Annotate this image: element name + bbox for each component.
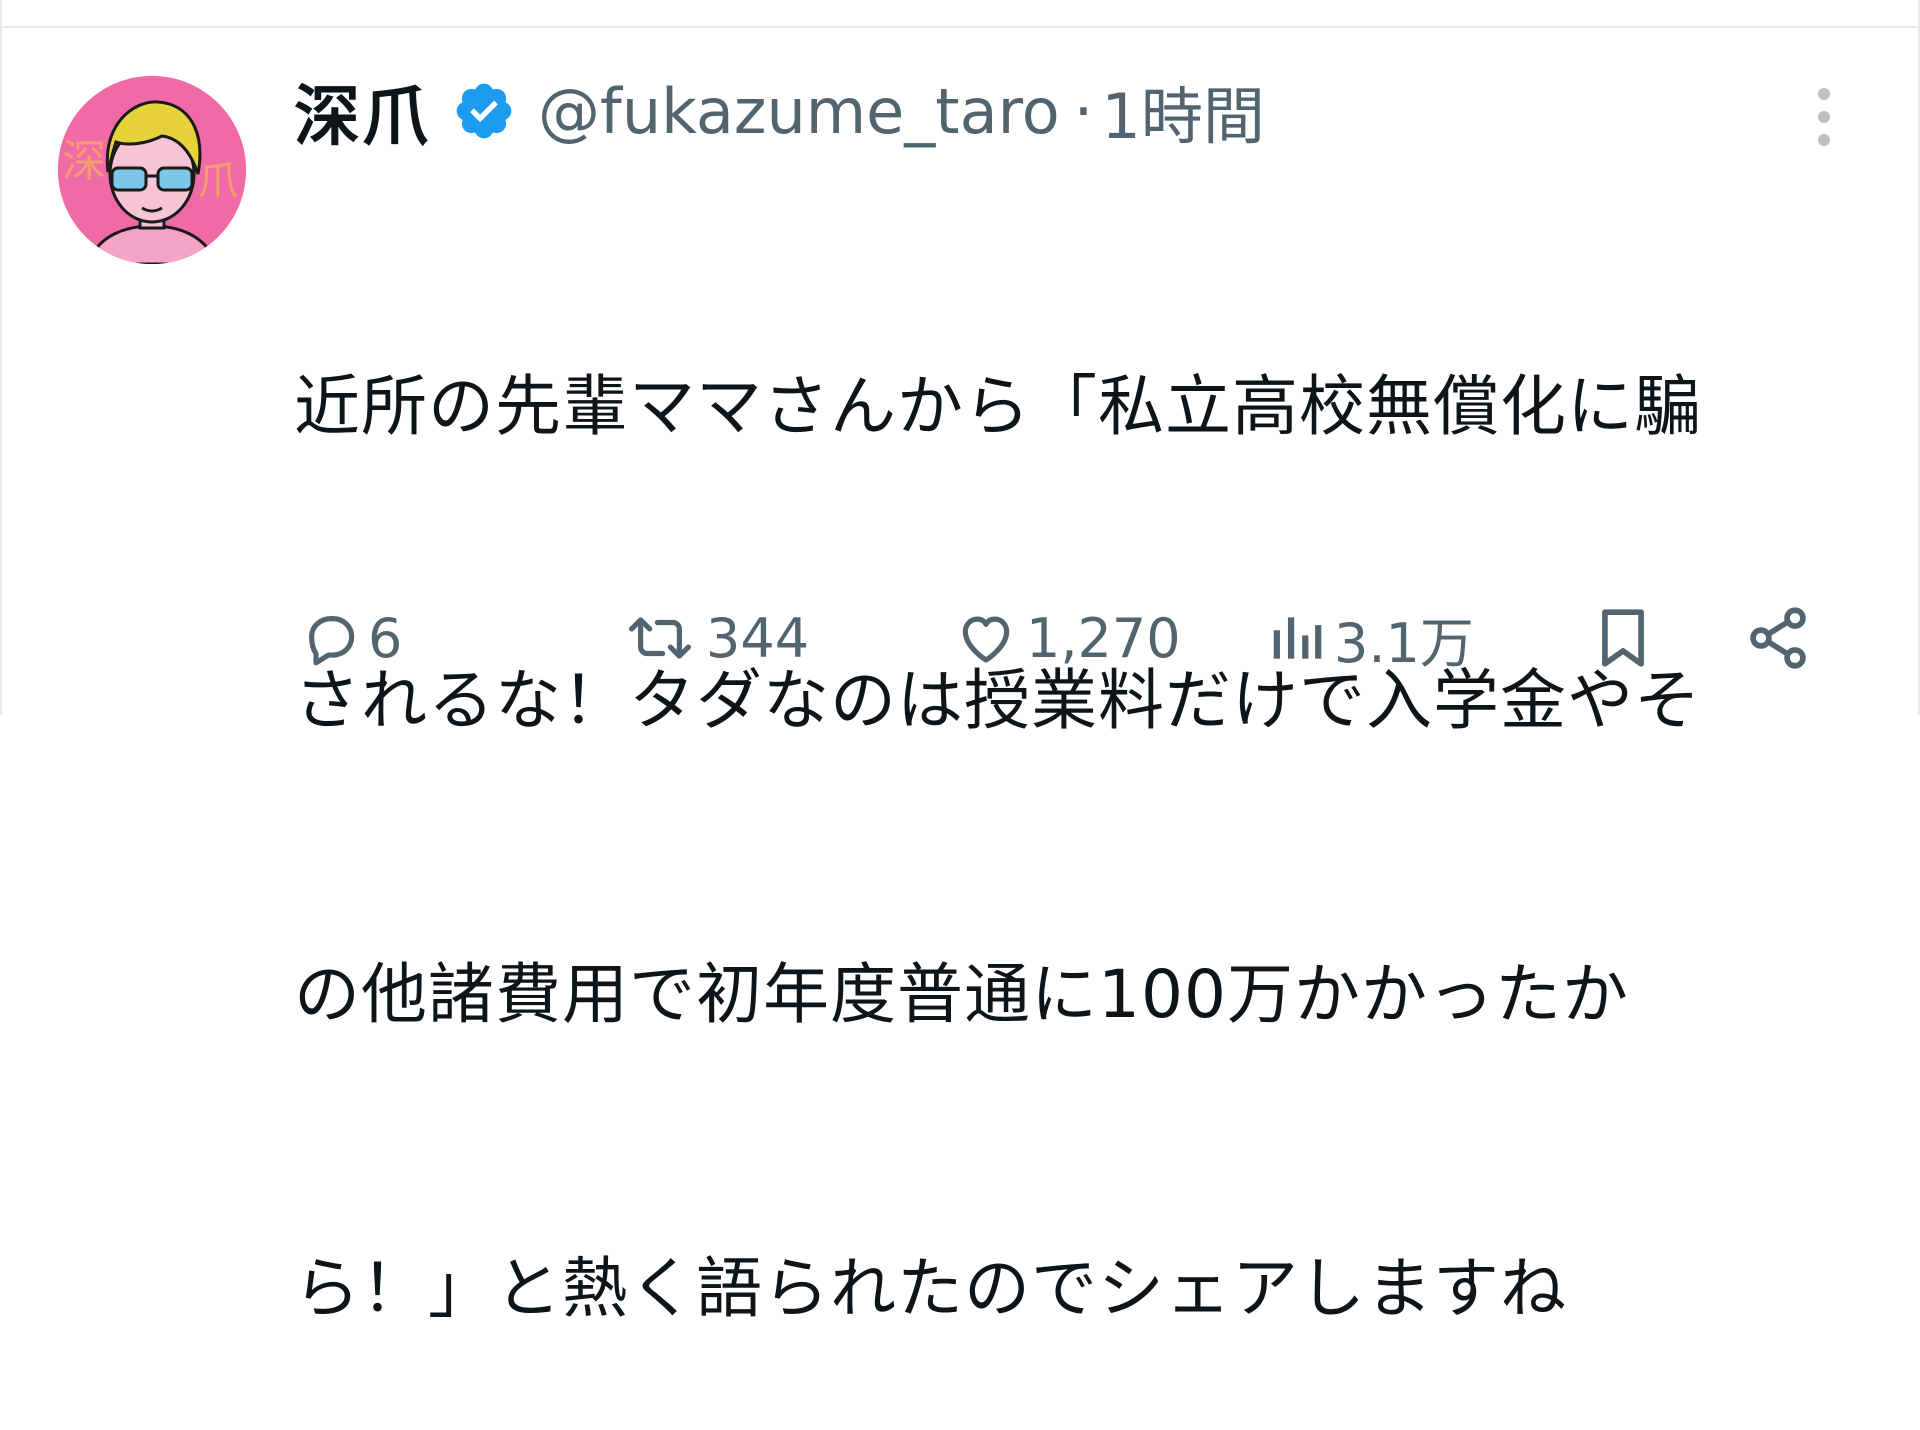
tweet-text-line: の他諸費用で初年度普通に100万かかったか [294,956,1629,1033]
user-handle[interactable]: @fukazume_taro [538,75,1060,148]
avatar-illustration-icon: 深 爪 [58,76,246,264]
more-vertical-icon[interactable] [1808,86,1840,148]
retweet-icon [629,617,691,659]
views-count: 3.1万 [1334,611,1474,675]
share-icon [1750,607,1806,669]
heart-icon [962,616,1010,663]
left-divider [0,0,2,715]
tweet-text-line: 近所の先輩ママさんから「私立高校無償化に騙 [294,368,1701,445]
tweet-text: 近所の先輩ママさんから「私立高校無償化に騙 されるな！タダなのは授業料だけで入学… [294,162,1894,1430]
reply-icon [309,616,355,666]
views-icon [1273,617,1322,659]
timestamp[interactable]: 1時間 [1101,66,1264,156]
like-count: 1,270 [1026,606,1181,670]
share-button[interactable] [1744,598,1812,678]
reply-count: 6 [368,606,403,670]
top-divider [0,0,1920,28]
views-button[interactable]: 3.1万 [1266,598,1474,678]
like-button[interactable]: 1,270 [952,598,1181,678]
retweet-count: 344 [706,606,810,670]
bookmark-button[interactable] [1592,598,1654,678]
retweet-button[interactable]: 344 [620,598,809,678]
avatar-logo-text: 深 [62,136,106,187]
verified-badge-icon [452,79,516,143]
svg-text:爪: 爪 [198,158,238,204]
avatar[interactable]: 深 爪 [58,76,246,264]
display-name[interactable]: 深爪 [294,63,430,159]
tweet-header: 深爪 @fukazume_taro · 1時間 [294,66,1265,156]
bookmark-icon [1602,609,1644,667]
separator-dot: · [1073,74,1094,148]
tweet-text-line: ら！」と熱く語られたのでシェアしますね [294,1250,1567,1327]
reply-button[interactable]: 6 [300,598,402,678]
